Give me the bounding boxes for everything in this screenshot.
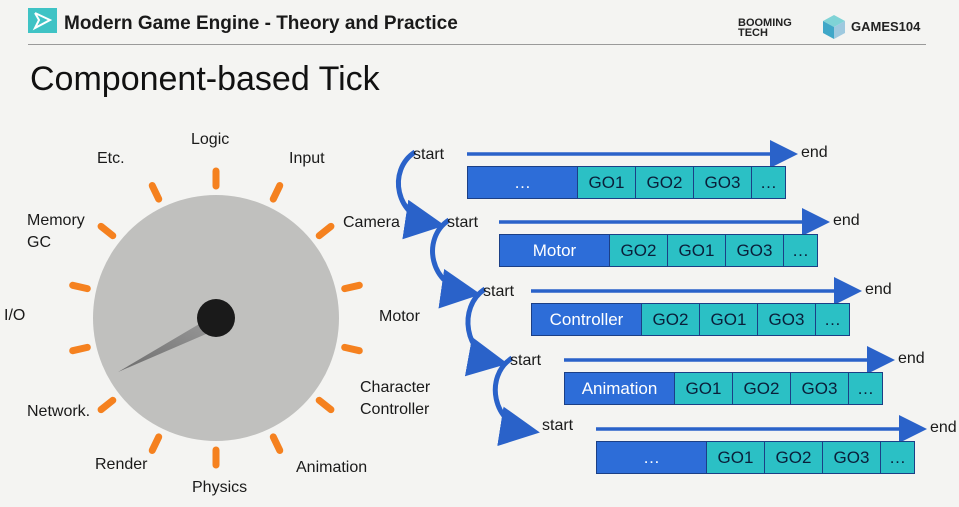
timeline-object-cell: GO1 xyxy=(577,166,636,199)
timeline-object-cell: GO2 xyxy=(764,441,823,474)
dial-label-physics: Physics xyxy=(192,479,248,496)
timeline-start-label: start xyxy=(510,352,542,369)
dial-label-render: Render xyxy=(95,456,148,473)
timeline-active-cell: Animation xyxy=(564,372,675,405)
timeline-active-cell: Motor xyxy=(499,234,610,267)
dial-tick-mark xyxy=(148,433,163,454)
dial-label-character: Character xyxy=(360,379,431,396)
dial-label-camera: Camera xyxy=(343,214,400,231)
timeline-object-cell: GO3 xyxy=(822,441,881,474)
timeline-object-cell: … xyxy=(815,303,850,336)
dial-label-input: Input xyxy=(289,150,325,167)
timeline-start-label: start xyxy=(542,417,574,434)
dial-tick-mark xyxy=(97,222,117,240)
timeline-end-label: end xyxy=(930,419,957,436)
timeline-start-label: start xyxy=(413,146,445,163)
dial-tick-mark xyxy=(69,343,91,355)
dial-tick-mark xyxy=(315,222,335,240)
dial-tick-mark xyxy=(341,281,363,293)
dial-label-gc: GC xyxy=(27,234,51,251)
timeline-active-cell: Controller xyxy=(531,303,642,336)
timeline-object-cell: GO1 xyxy=(667,234,726,267)
timeline-object-cell: GO3 xyxy=(725,234,784,267)
dial-label-logic: Logic xyxy=(191,131,230,148)
dial-tick-mark xyxy=(341,343,363,355)
timeline-object-cell: GO2 xyxy=(732,372,791,405)
dial-tick-mark xyxy=(269,182,284,203)
dial-tick-mark xyxy=(97,396,117,414)
timeline-object-cell: GO3 xyxy=(693,166,752,199)
tick-dial xyxy=(69,167,363,469)
timeline-object-cell: GO1 xyxy=(699,303,758,336)
dial-label-memory: Memory xyxy=(27,212,85,229)
timeline-active-cell: … xyxy=(596,441,707,474)
dial-label-animation: Animation xyxy=(296,459,368,476)
timeline-object-cell: … xyxy=(751,166,786,199)
dial-tick-mark xyxy=(69,281,91,293)
timeline-start-label: start xyxy=(483,283,515,300)
dial-label-network: Network. xyxy=(27,403,91,420)
timeline-object-cell: GO2 xyxy=(635,166,694,199)
dial-tick-mark xyxy=(148,182,163,203)
timeline-active-cell: … xyxy=(467,166,578,199)
timeline-end-label: end xyxy=(898,350,925,367)
timeline-object-cell: GO3 xyxy=(790,372,849,405)
timeline-object-cell: GO1 xyxy=(674,372,733,405)
dial-tick-mark xyxy=(315,396,335,414)
timeline-object-cell: … xyxy=(783,234,818,267)
dial-label-io: I/O xyxy=(4,307,26,324)
dial-hub xyxy=(197,299,235,337)
timeline-object-cell: … xyxy=(880,441,915,474)
timeline-object-cell: GO1 xyxy=(706,441,765,474)
dial-label-controller: Controller xyxy=(360,401,430,418)
timeline-object-cell: GO3 xyxy=(757,303,816,336)
timeline-end-label: end xyxy=(833,212,860,229)
timeline-start-label: start xyxy=(447,214,479,231)
timeline-end-label: end xyxy=(865,281,892,298)
timeline-end-label: end xyxy=(801,144,828,161)
dial-label-etc: Etc. xyxy=(97,150,125,167)
timeline-object-cell: GO2 xyxy=(641,303,700,336)
dial-tick-mark xyxy=(269,433,284,454)
dial-label-motor: Motor xyxy=(379,308,420,325)
timeline-object-cell: … xyxy=(848,372,883,405)
timeline-object-cell: GO2 xyxy=(609,234,668,267)
